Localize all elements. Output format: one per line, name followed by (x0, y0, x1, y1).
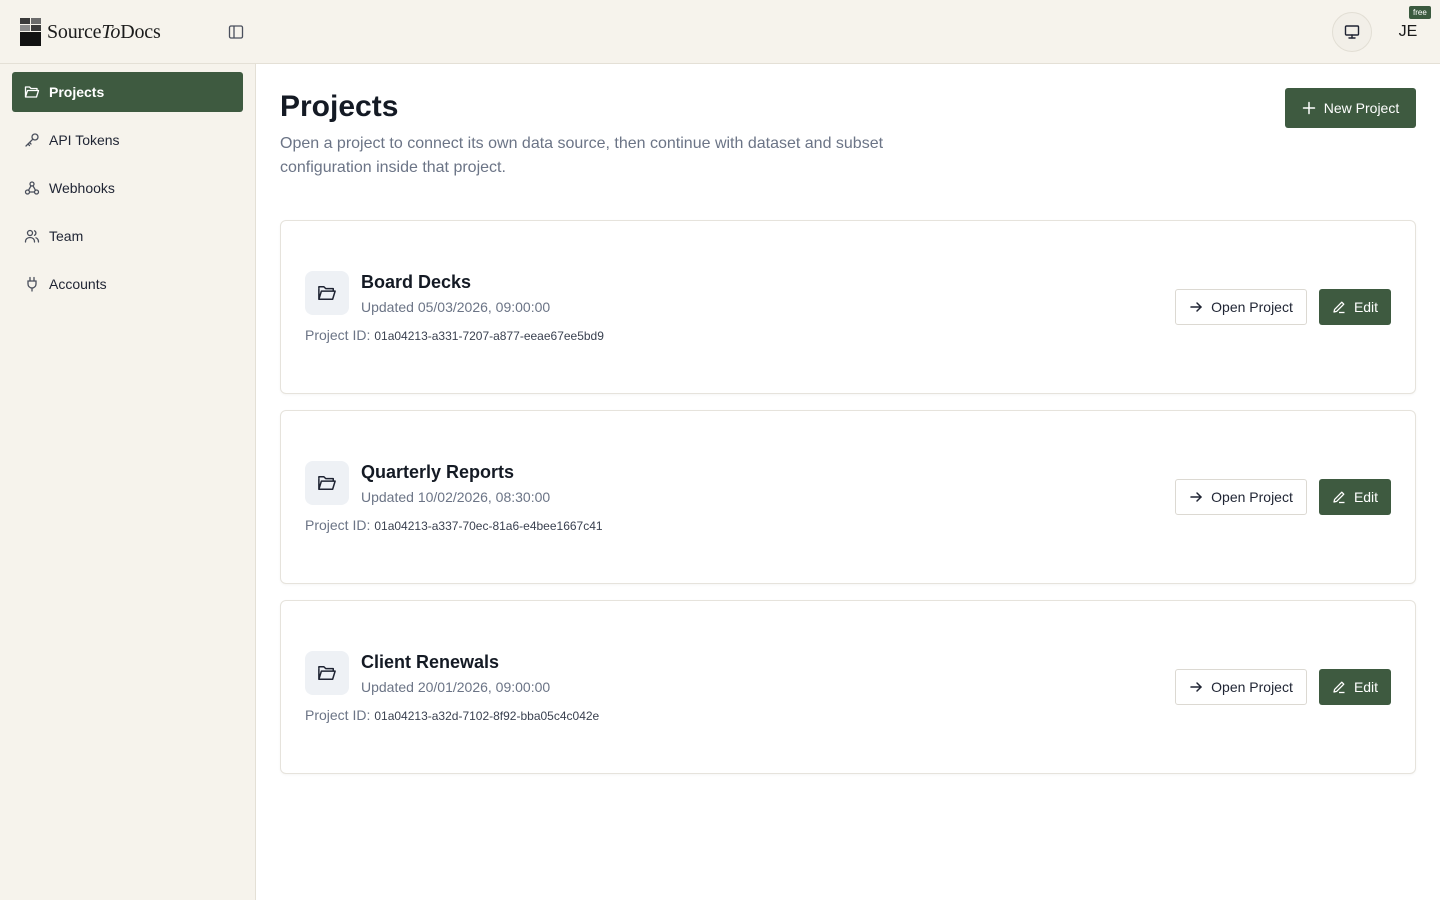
display-mode-button[interactable] (1332, 12, 1372, 52)
sidebar-item-label: Team (49, 228, 84, 244)
brand-logo-icon (20, 18, 41, 46)
sidebar-item-team[interactable]: Team (12, 216, 243, 256)
users-icon (24, 229, 40, 243)
page-description: Open a project to connect its own data s… (280, 135, 884, 176)
plus-icon (1302, 101, 1316, 115)
arrow-right-icon (1190, 682, 1202, 692)
project-name: Quarterly Reports (361, 462, 515, 482)
project-id: Project ID: 01a04213-a331-7207-a877-eeae… (305, 327, 604, 343)
sidebar-toggle-button[interactable] (226, 22, 246, 42)
open-project-label: Open Project (1211, 679, 1293, 695)
sidebar-item-label: Webhooks (49, 180, 115, 196)
user-avatar[interactable]: JE (1388, 14, 1428, 50)
plug-icon (27, 276, 37, 292)
webhook-icon (24, 181, 40, 195)
key-icon (25, 133, 39, 147)
open-project-button[interactable]: Open Project (1175, 289, 1307, 325)
project-updated: Updated 05/03/2026, 09:00:00 (361, 299, 551, 315)
plan-badge: free (1409, 6, 1431, 19)
sidebar-item-webhooks[interactable]: Webhooks (12, 168, 243, 208)
sidebar-item-api-tokens[interactable]: API Tokens (12, 120, 243, 160)
open-project-label: Open Project (1211, 489, 1293, 505)
project-name: Client Renewals (361, 652, 500, 672)
page-title: Projects (280, 90, 399, 123)
project-folder-icon-tile (305, 651, 349, 695)
project-id-value: 01a04213-a337-70ec-81a6-e4bee1667c41 (374, 519, 603, 533)
project-folder-icon-tile (305, 271, 349, 315)
top-bar: SourceToDocs JE free (0, 0, 1440, 64)
project-id-label: Project ID: (305, 327, 371, 343)
sidebar-item-accounts[interactable]: Accounts (12, 264, 243, 304)
brand-name: SourceToDocs (47, 20, 161, 43)
edit-label: Edit (1353, 679, 1379, 695)
project-id: Project ID: 01a04213-a32d-7102-8f92-bba0… (305, 707, 599, 723)
project-id-label: Project ID: (305, 517, 371, 533)
folder-open-icon (318, 666, 336, 680)
new-project-label: New Project (1323, 100, 1400, 116)
sidebar-toggle-icon (228, 25, 244, 39)
edit-label: Edit (1353, 299, 1379, 315)
folder-open-icon (318, 286, 336, 300)
arrow-right-icon (1190, 492, 1202, 502)
folder-open-icon (24, 86, 40, 98)
project-id: Project ID: 01a04213-a337-70ec-81a6-e4be… (305, 517, 603, 533)
edit-label: Edit (1353, 489, 1379, 505)
main-content: Projects Open a project to connect its o… (256, 64, 1440, 900)
project-card: Client Renewals Updated 20/01/2026, 09:0… (280, 600, 1416, 774)
pencil-icon (1333, 491, 1345, 504)
project-name: Board Decks (361, 272, 472, 292)
pencil-icon (1333, 301, 1345, 314)
monitor-icon (1344, 25, 1360, 39)
project-updated: Updated 20/01/2026, 09:00:00 (361, 679, 551, 695)
open-project-button[interactable]: Open Project (1175, 669, 1307, 705)
project-id-value: 01a04213-a32d-7102-8f92-bba05c4c042e (374, 709, 600, 723)
sidebar-item-label: API Tokens (49, 132, 120, 148)
project-id-value: 01a04213-a331-7207-a877-eeae67ee5bd9 (374, 329, 604, 343)
project-card: Quarterly Reports Updated 10/02/2026, 08… (280, 410, 1416, 584)
pencil-icon (1333, 681, 1345, 694)
sidebar-item-label: Accounts (49, 276, 107, 292)
open-project-button[interactable]: Open Project (1175, 479, 1307, 515)
project-folder-icon-tile (305, 461, 349, 505)
sidebar: Projects API Tokens Webhooks Team Accoun… (0, 64, 256, 900)
sidebar-item-label: Projects (49, 84, 105, 100)
edit-project-button[interactable]: Edit (1319, 289, 1391, 325)
edit-project-button[interactable]: Edit (1319, 479, 1391, 515)
brand-logo-link[interactable]: SourceToDocs (20, 18, 161, 46)
project-id-label: Project ID: (305, 707, 371, 723)
open-project-label: Open Project (1211, 299, 1293, 315)
user-initials: JE (1398, 23, 1418, 40)
arrow-right-icon (1190, 302, 1202, 312)
new-project-button[interactable]: New Project (1285, 88, 1416, 128)
edit-project-button[interactable]: Edit (1319, 669, 1391, 705)
sidebar-item-projects[interactable]: Projects (12, 72, 243, 112)
project-updated: Updated 10/02/2026, 08:30:00 (361, 489, 551, 505)
folder-open-icon (318, 476, 336, 490)
project-card: Board Decks Updated 05/03/2026, 09:00:00… (280, 220, 1416, 394)
